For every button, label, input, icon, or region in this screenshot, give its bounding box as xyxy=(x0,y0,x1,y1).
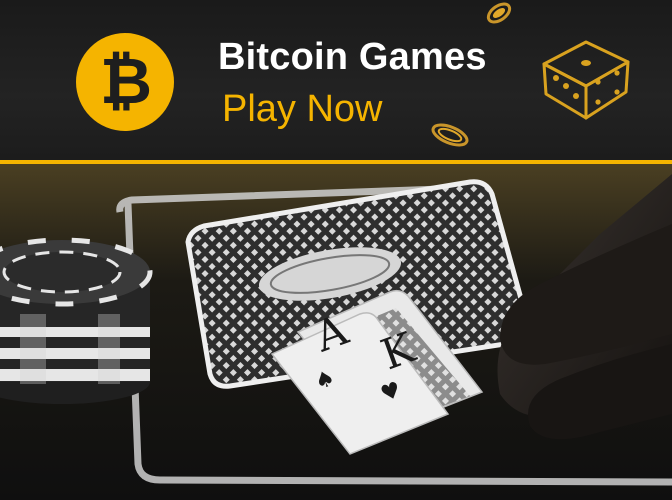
banner-header: ₿ Bitcoin Games Play Now xyxy=(0,0,672,160)
banner-title: Bitcoin Games xyxy=(218,36,487,78)
coin-icon xyxy=(431,123,469,147)
poker-table-photo: A K ♠ ♥ xyxy=(0,164,672,500)
coin-icon xyxy=(486,2,512,24)
bitcoin-games-banner[interactable]: ₿ Bitcoin Games Play Now A K ♠ ♥ xyxy=(0,0,672,500)
bitcoin-icon: ₿ xyxy=(76,33,174,131)
poker-chip-stack xyxy=(0,237,153,404)
dice-icon xyxy=(542,40,630,120)
bitcoin-symbol: ₿ xyxy=(99,45,153,119)
play-now-link[interactable]: Play Now xyxy=(222,88,383,131)
